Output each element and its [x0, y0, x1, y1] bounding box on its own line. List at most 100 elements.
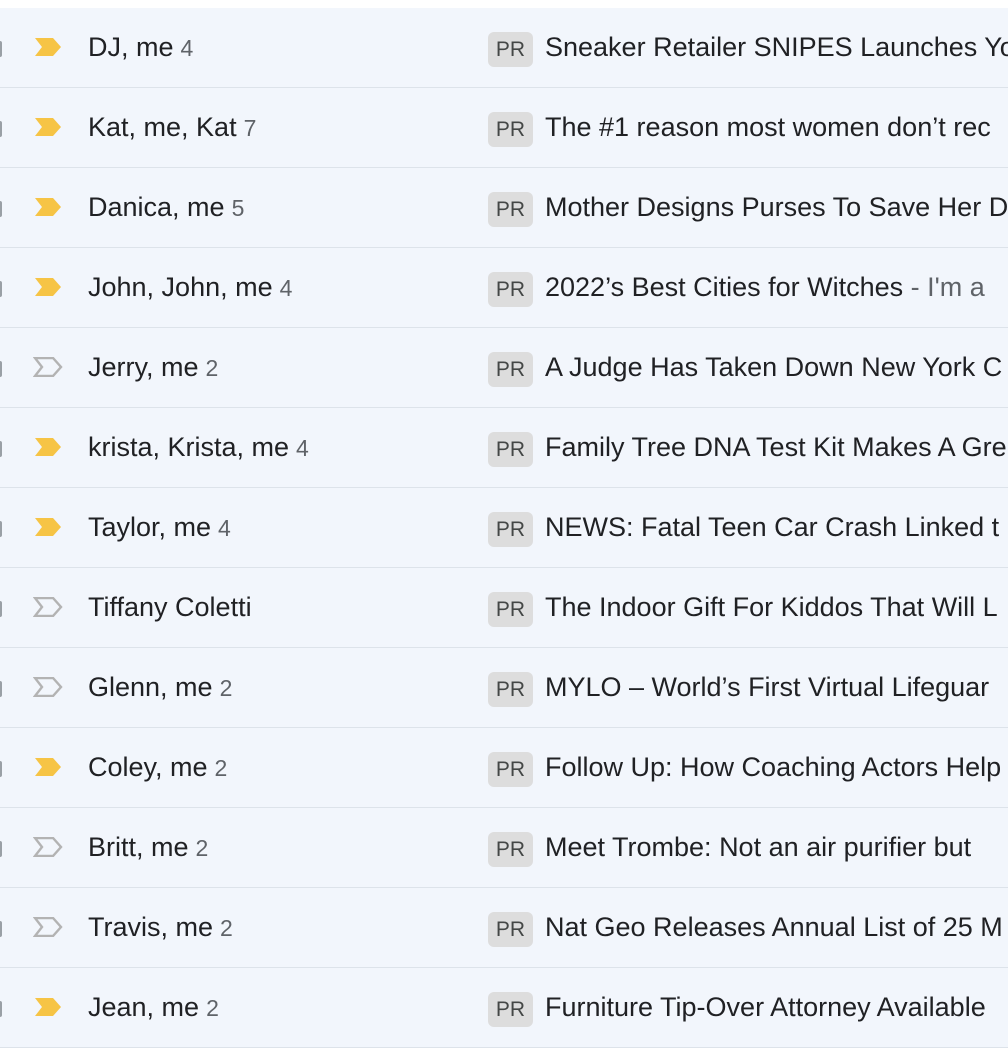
sender-label: Travis, me: [88, 912, 214, 942]
subject: The #1 reason most women don’t rec: [545, 111, 991, 143]
email-row[interactable]: DJ, me 4 PR Sneaker Retailer SNIPES Launc…: [0, 8, 1008, 88]
email-row[interactable]: Tiffany Coletti PR The Indoor Gift For K…: [0, 568, 1008, 648]
sender-label: Kat, me, Kat: [88, 112, 237, 142]
sender-names: John, John, me 4: [88, 271, 292, 304]
email-row[interactable]: krista, Krista, me 4 PR Family Tree DNA T…: [0, 408, 1008, 488]
important-marker-icon[interactable]: [33, 517, 65, 537]
label-chip[interactable]: PR: [488, 912, 533, 947]
subject-text: 2022’s Best Cities for Witches: [545, 272, 904, 302]
sender-names: Britt, me 2: [88, 831, 208, 864]
checkbox[interactable]: [0, 841, 2, 857]
important-marker-icon[interactable]: [33, 837, 65, 857]
thread-count: 5: [231, 195, 245, 221]
email-row[interactable]: Glenn, me 2 PR MYLO – World’s First Virtu…: [0, 648, 1008, 728]
label-chip[interactable]: PR: [488, 832, 533, 867]
email-row[interactable]: Jean, me 2 PR Furniture Tip-Over Attorney…: [0, 968, 1008, 1048]
subject-text: The Indoor Gift For Kiddos That Will L: [545, 592, 998, 622]
label-chip[interactable]: PR: [488, 672, 533, 707]
checkbox[interactable]: [0, 201, 2, 217]
subject-text: Sneaker Retailer SNIPES Launches Yo: [545, 32, 1008, 62]
subject-text: Mother Designs Purses To Save Her D: [545, 192, 1008, 222]
sender-label: DJ, me: [88, 32, 174, 62]
thread-count: 2: [205, 355, 219, 381]
checkbox[interactable]: [0, 361, 2, 377]
important-marker-icon[interactable]: [33, 597, 65, 617]
email-row[interactable]: Britt, me 2 PR Meet Trombe: Not an air pu…: [0, 808, 1008, 888]
checkbox[interactable]: [0, 121, 2, 137]
label-chip[interactable]: PR: [488, 752, 533, 787]
checkbox[interactable]: [0, 281, 2, 297]
sender-names: Kat, me, Kat 7: [88, 111, 256, 144]
sender-label: John, John, me: [88, 272, 273, 302]
subject-text: Meet Trombe: Not an air purifier but: [545, 832, 972, 862]
label-chip[interactable]: PR: [488, 512, 533, 547]
sender-label: Jean, me: [88, 992, 200, 1022]
thread-count: 4: [296, 435, 309, 461]
subject: Meet Trombe: Not an air purifier but: [545, 831, 971, 863]
checkbox[interactable]: [0, 921, 2, 937]
label-chip[interactable]: PR: [488, 32, 533, 67]
email-row[interactable]: Coley, me 2 PR Follow Up: How Coaching Ac…: [0, 728, 1008, 808]
thread-count: 2: [220, 915, 233, 941]
checkbox[interactable]: [0, 1001, 2, 1017]
important-marker-icon[interactable]: [33, 917, 65, 937]
email-row[interactable]: Danica, me 5 PR Mother Designs Purses To …: [0, 168, 1008, 248]
email-list: DJ, me 4 PR Sneaker Retailer SNIPES Launc…: [0, 8, 1008, 1048]
important-marker-icon[interactable]: [33, 437, 65, 457]
subject-text: MYLO – World’s First Virtual Lifeguar: [545, 672, 990, 702]
sender-label: Danica, me: [88, 192, 225, 222]
email-row[interactable]: Kat, me, Kat 7 PR The #1 reason most wome…: [0, 88, 1008, 168]
thread-count: 4: [180, 35, 194, 61]
sender-label: Taylor, me: [88, 512, 212, 542]
checkbox[interactable]: [0, 441, 2, 457]
checkbox[interactable]: [0, 761, 2, 777]
label-chip[interactable]: PR: [488, 992, 533, 1027]
important-marker-icon[interactable]: [33, 997, 65, 1017]
label-chip[interactable]: PR: [488, 112, 533, 147]
email-row[interactable]: Travis, me 2 PR Nat Geo Releases Annual L…: [0, 888, 1008, 968]
subject: NEWS: Fatal Teen Car Crash Linked t: [545, 511, 999, 543]
important-marker-icon[interactable]: [33, 117, 65, 137]
important-marker-icon[interactable]: [33, 677, 65, 697]
sender-label: Tiffany Coletti: [88, 592, 252, 622]
checkbox[interactable]: [0, 601, 2, 617]
important-marker-icon[interactable]: [33, 277, 65, 297]
subject: The Indoor Gift For Kiddos That Will L: [545, 591, 998, 623]
email-row[interactable]: Jerry, me 2 PR A Judge Has Taken Down New…: [0, 328, 1008, 408]
label-chip[interactable]: PR: [488, 272, 533, 307]
subject: MYLO – World’s First Virtual Lifeguar: [545, 671, 989, 703]
sender-label: Glenn, me: [88, 672, 213, 702]
sender-names: Taylor, me 4: [88, 511, 231, 544]
label-chip[interactable]: PR: [488, 592, 533, 627]
email-row[interactable]: Taylor, me 4 PR NEWS: Fatal Teen Car Cras…: [0, 488, 1008, 568]
important-marker-icon[interactable]: [33, 357, 65, 377]
thread-count: 4: [218, 515, 231, 541]
subject-text: The #1 reason most women don’t rec: [545, 112, 991, 142]
checkbox[interactable]: [0, 41, 2, 57]
sender-names: Glenn, me 2: [88, 671, 232, 704]
thread-count: 4: [279, 275, 293, 301]
subject-text: Follow Up: How Coaching Actors Help: [545, 752, 1002, 782]
checkbox[interactable]: [0, 681, 2, 697]
sender-label: Britt, me: [88, 832, 189, 862]
subject: A Judge Has Taken Down New York C: [545, 351, 1002, 383]
subject-text: Nat Geo Releases Annual List of 25 M: [545, 912, 1003, 942]
thread-count: 2: [206, 995, 219, 1021]
label-chip[interactable]: PR: [488, 432, 533, 467]
important-marker-icon[interactable]: [33, 757, 65, 777]
thread-count: 7: [243, 115, 257, 141]
sender-label: krista, Krista, me: [88, 432, 290, 462]
sender-names: krista, Krista, me 4: [88, 431, 309, 464]
label-chip[interactable]: PR: [488, 352, 533, 387]
email-row[interactable]: John, John, me 4 PR 2022’s Best Cities fo…: [0, 248, 1008, 328]
label-chip[interactable]: PR: [488, 192, 533, 227]
important-marker-icon[interactable]: [33, 37, 65, 57]
sender-names: Coley, me 2: [88, 751, 227, 784]
subject-text: Family Tree DNA Test Kit Makes A Gre: [545, 432, 1007, 462]
subject-text: A Judge Has Taken Down New York C: [545, 352, 1003, 382]
top-strip: [0, 0, 1008, 8]
subject: Furniture Tip-Over Attorney Available: [545, 991, 986, 1023]
checkbox[interactable]: [0, 521, 2, 537]
important-marker-icon[interactable]: [33, 197, 65, 217]
sender-names: DJ, me 4: [88, 31, 193, 64]
